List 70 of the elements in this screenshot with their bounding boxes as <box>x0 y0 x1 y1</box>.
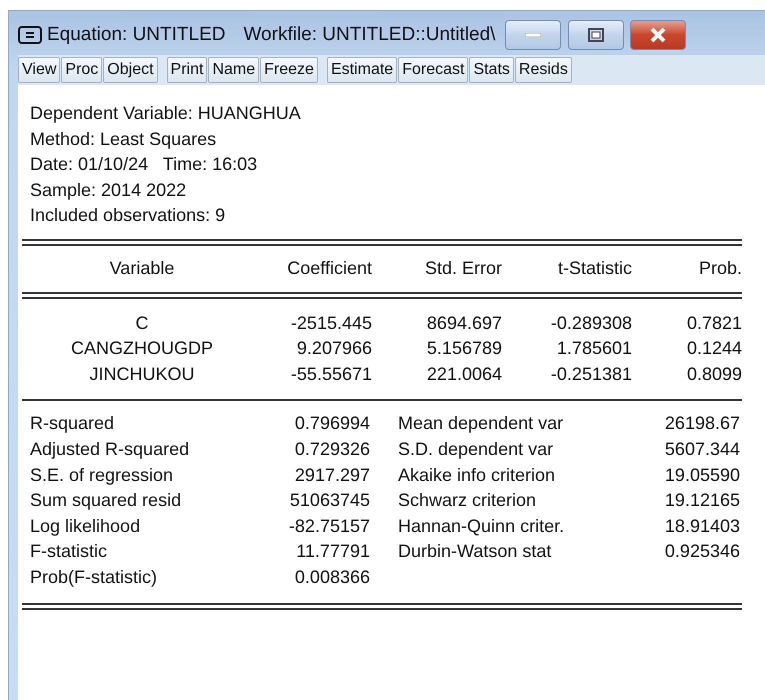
header-line: Included observations: 9 <box>29 204 226 228</box>
table-cell-text: -0.289308 <box>550 312 632 335</box>
statistic-value: 0.925346 <box>664 540 740 564</box>
statistic-value: 2917.297 <box>294 464 370 487</box>
toolbar-button[interactable]: Object <box>103 57 158 83</box>
table-cell-text: -2515.445 <box>290 312 372 335</box>
statistic-value: 0.729326 <box>294 438 370 461</box>
header-line: Method: Least Squares <box>29 128 218 151</box>
statistic-value: 5607.344 <box>664 438 740 461</box>
toolbar-button[interactable]: Name <box>208 57 260 83</box>
variable-name: JINCHUKOU <box>88 362 196 386</box>
column-header: Coefficient <box>286 256 372 280</box>
maximize-icon <box>588 28 604 42</box>
column-header: Prob. <box>698 256 742 280</box>
toolbar-button[interactable]: Forecast <box>398 57 468 83</box>
statistic-label: Log likelihood <box>30 514 142 538</box>
statistic-value: -82.75157 <box>288 514 370 538</box>
table-cell-text: 221.0064 <box>426 362 502 386</box>
table-cell-text: -0.251381 <box>550 362 632 386</box>
toolbar-button[interactable]: Resids <box>514 57 572 83</box>
workfile-title: Workfile: UNTITLED::Untitled\ <box>243 24 496 46</box>
statistic-value: 26198.67 <box>664 412 740 436</box>
statistic-value: 0.796994 <box>294 412 370 436</box>
statistic-value: 19.05590 <box>664 464 740 487</box>
statistic-label: Durbin-Watson stat <box>398 540 552 564</box>
table-cell-text: 1.785601 <box>556 337 632 360</box>
table-cell-text: 0.8099 <box>686 362 742 386</box>
statistic-value: 51063745 <box>288 489 370 512</box>
statistic-label: R-squared <box>30 412 116 436</box>
close-icon <box>649 27 668 43</box>
toolbar-button[interactable]: Stats <box>469 57 514 83</box>
toolbar-button[interactable]: Print <box>166 57 208 83</box>
header-line: Sample: 2014 2022 <box>29 178 188 202</box>
table-cell-text: 8694.697 <box>426 312 502 335</box>
statistic-value: 18.91403 <box>664 514 740 538</box>
minimize-button[interactable] <box>505 20 562 50</box>
toolbar-button[interactable]: Estimate <box>326 57 398 83</box>
variable-name: C <box>134 312 150 335</box>
statistic-label: Hannan-Quinn criter. <box>398 514 566 538</box>
statistic-value: 11.77791 <box>295 540 370 564</box>
header-line: Dependent Variable: HUANGHUA <box>29 102 302 125</box>
statistic-label: Schwarz criterion <box>398 489 538 512</box>
minimize-icon <box>525 33 542 37</box>
maximize-button[interactable] <box>568 20 624 50</box>
toolbar-button[interactable]: View <box>18 57 60 83</box>
column-header: t-Statistic <box>556 256 632 280</box>
table-cell-text: 0.7821 <box>686 312 742 335</box>
toolbar-button[interactable]: Freeze <box>260 57 318 83</box>
table-cell-text: 5.156789 <box>426 337 502 360</box>
table-cell-text: 0.1244 <box>686 337 742 360</box>
window-title: Equation: UNTITLED <box>47 24 226 46</box>
menu-icon[interactable] <box>18 26 42 44</box>
column-header: Variable <box>108 256 176 280</box>
statistic-label: S.D. dependent var <box>398 438 554 461</box>
statistic-label: Sum squared resid <box>30 489 182 512</box>
close-button[interactable] <box>630 20 686 50</box>
statistic-value: 0.008366 <box>294 566 370 589</box>
statistic-label: F-statistic <box>30 540 108 564</box>
column-header: Std. Error <box>424 256 502 280</box>
table-cell-text: 9.207966 <box>296 337 372 360</box>
toolbar-button[interactable]: Proc <box>61 57 102 83</box>
variable-name: CANGZHOUGDP <box>70 337 214 360</box>
statistic-label: Adjusted R-squared <box>30 438 190 461</box>
statistic-label: S.E. of regression <box>30 464 174 487</box>
statistic-value: 19.12165 <box>664 489 740 512</box>
statistic-label: Akaike info criterion <box>398 464 556 487</box>
header-line: Date: 01/10/24 Time: 16:03 <box>29 153 258 176</box>
table-cell-text: -55.55671 <box>290 362 372 386</box>
statistic-label: Prob(F-statistic) <box>30 566 158 589</box>
statistic-label: Mean dependent var <box>398 412 564 436</box>
